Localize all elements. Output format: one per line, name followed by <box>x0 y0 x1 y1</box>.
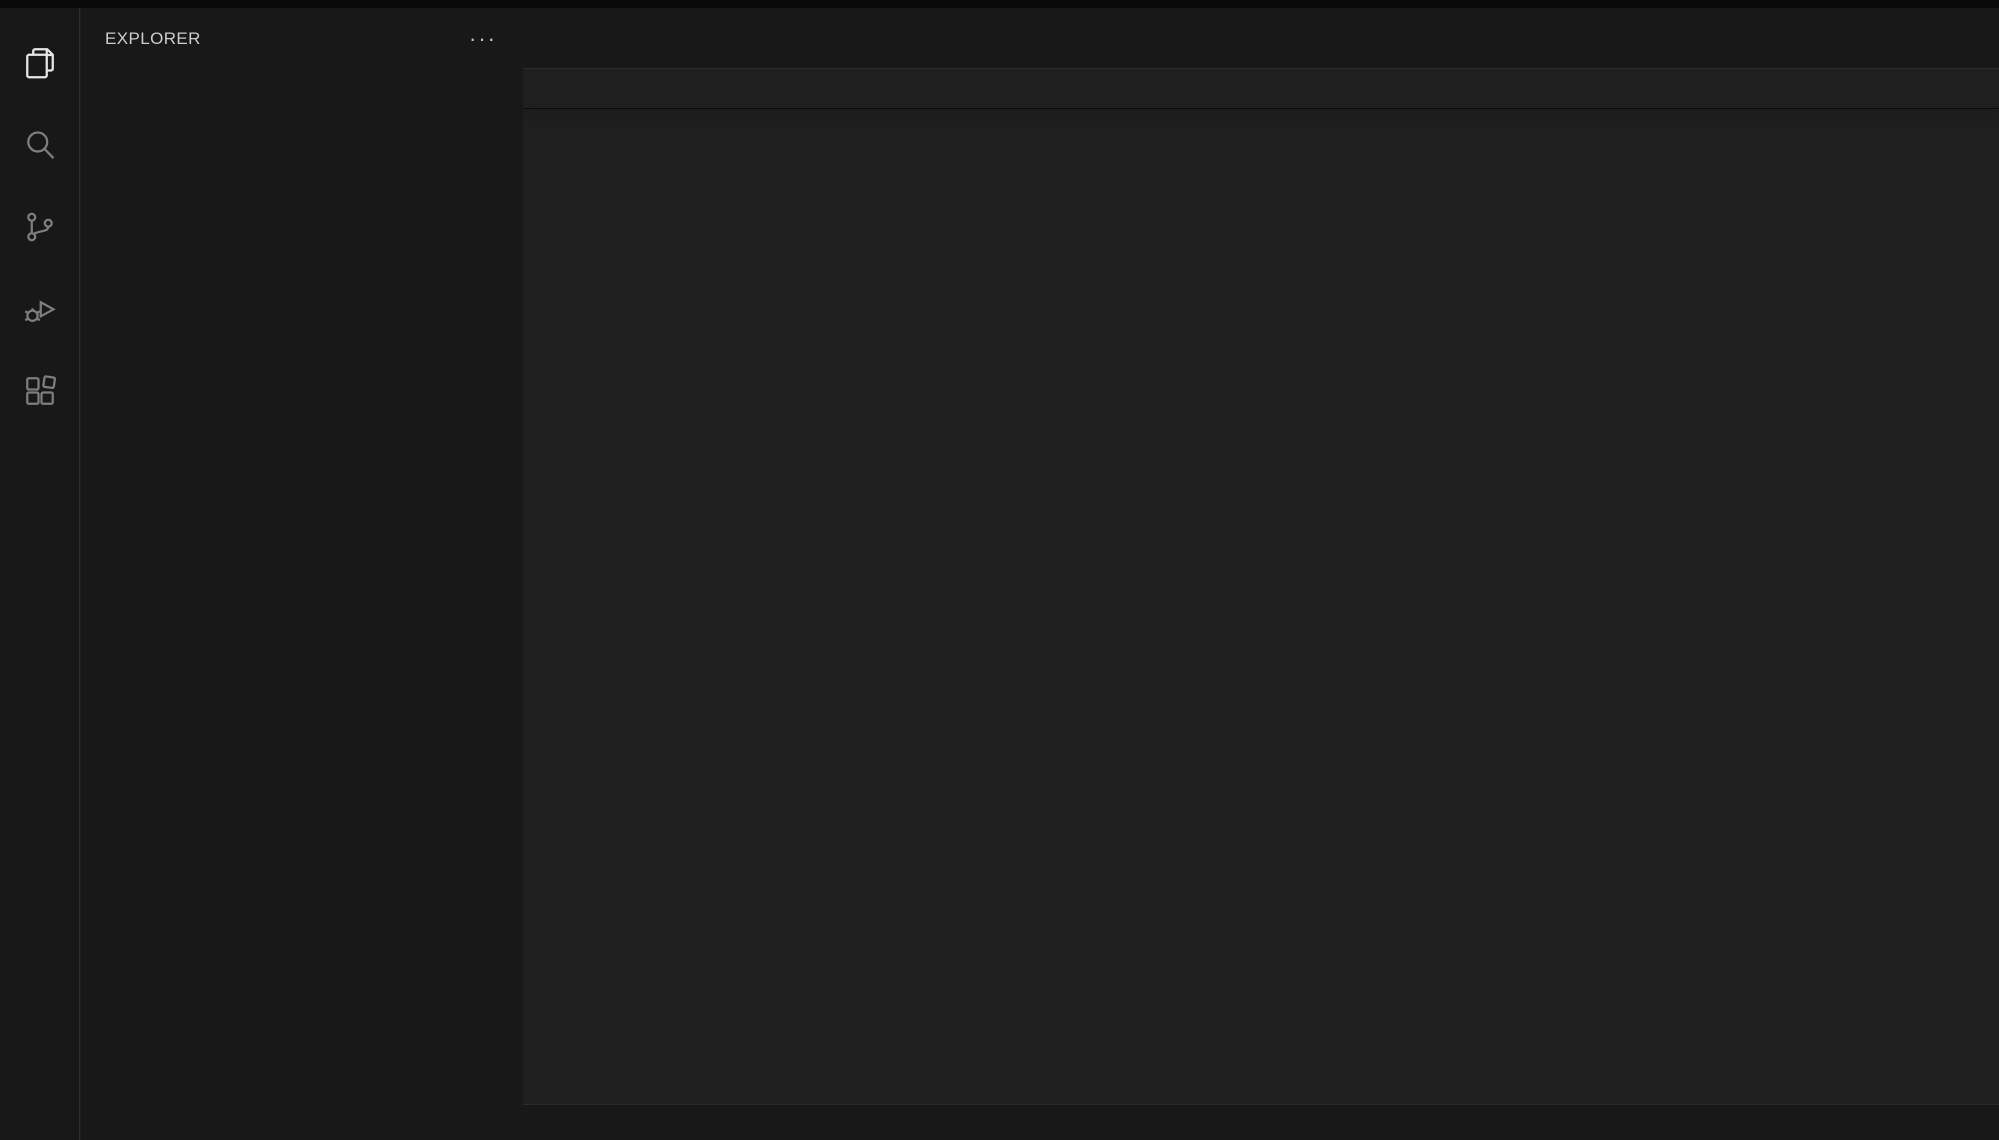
sticky-scroll <box>523 108 1999 109</box>
vscode-window: EXPLORER ··· <box>0 0 1999 1140</box>
search-activity-icon[interactable] <box>0 104 80 186</box>
activity-bar <box>0 8 80 1140</box>
breadcrumb[interactable] <box>523 69 1999 108</box>
source-control-activity-icon[interactable] <box>0 186 80 268</box>
editor-tab-bar <box>523 8 1999 69</box>
explorer-activity-icon[interactable] <box>0 22 80 104</box>
editor-region <box>523 8 1999 1140</box>
bottom-panel-tabs <box>523 1104 1999 1140</box>
explorer-title: EXPLORER <box>105 29 201 49</box>
explorer-header: EXPLORER ··· <box>81 8 523 69</box>
code-area[interactable] <box>523 108 1999 1112</box>
explorer-sidebar: EXPLORER ··· <box>81 8 523 1140</box>
run-debug-activity-icon[interactable] <box>0 268 80 350</box>
extensions-activity-icon[interactable] <box>0 350 80 432</box>
explorer-more-actions-icon[interactable]: ··· <box>469 34 497 44</box>
